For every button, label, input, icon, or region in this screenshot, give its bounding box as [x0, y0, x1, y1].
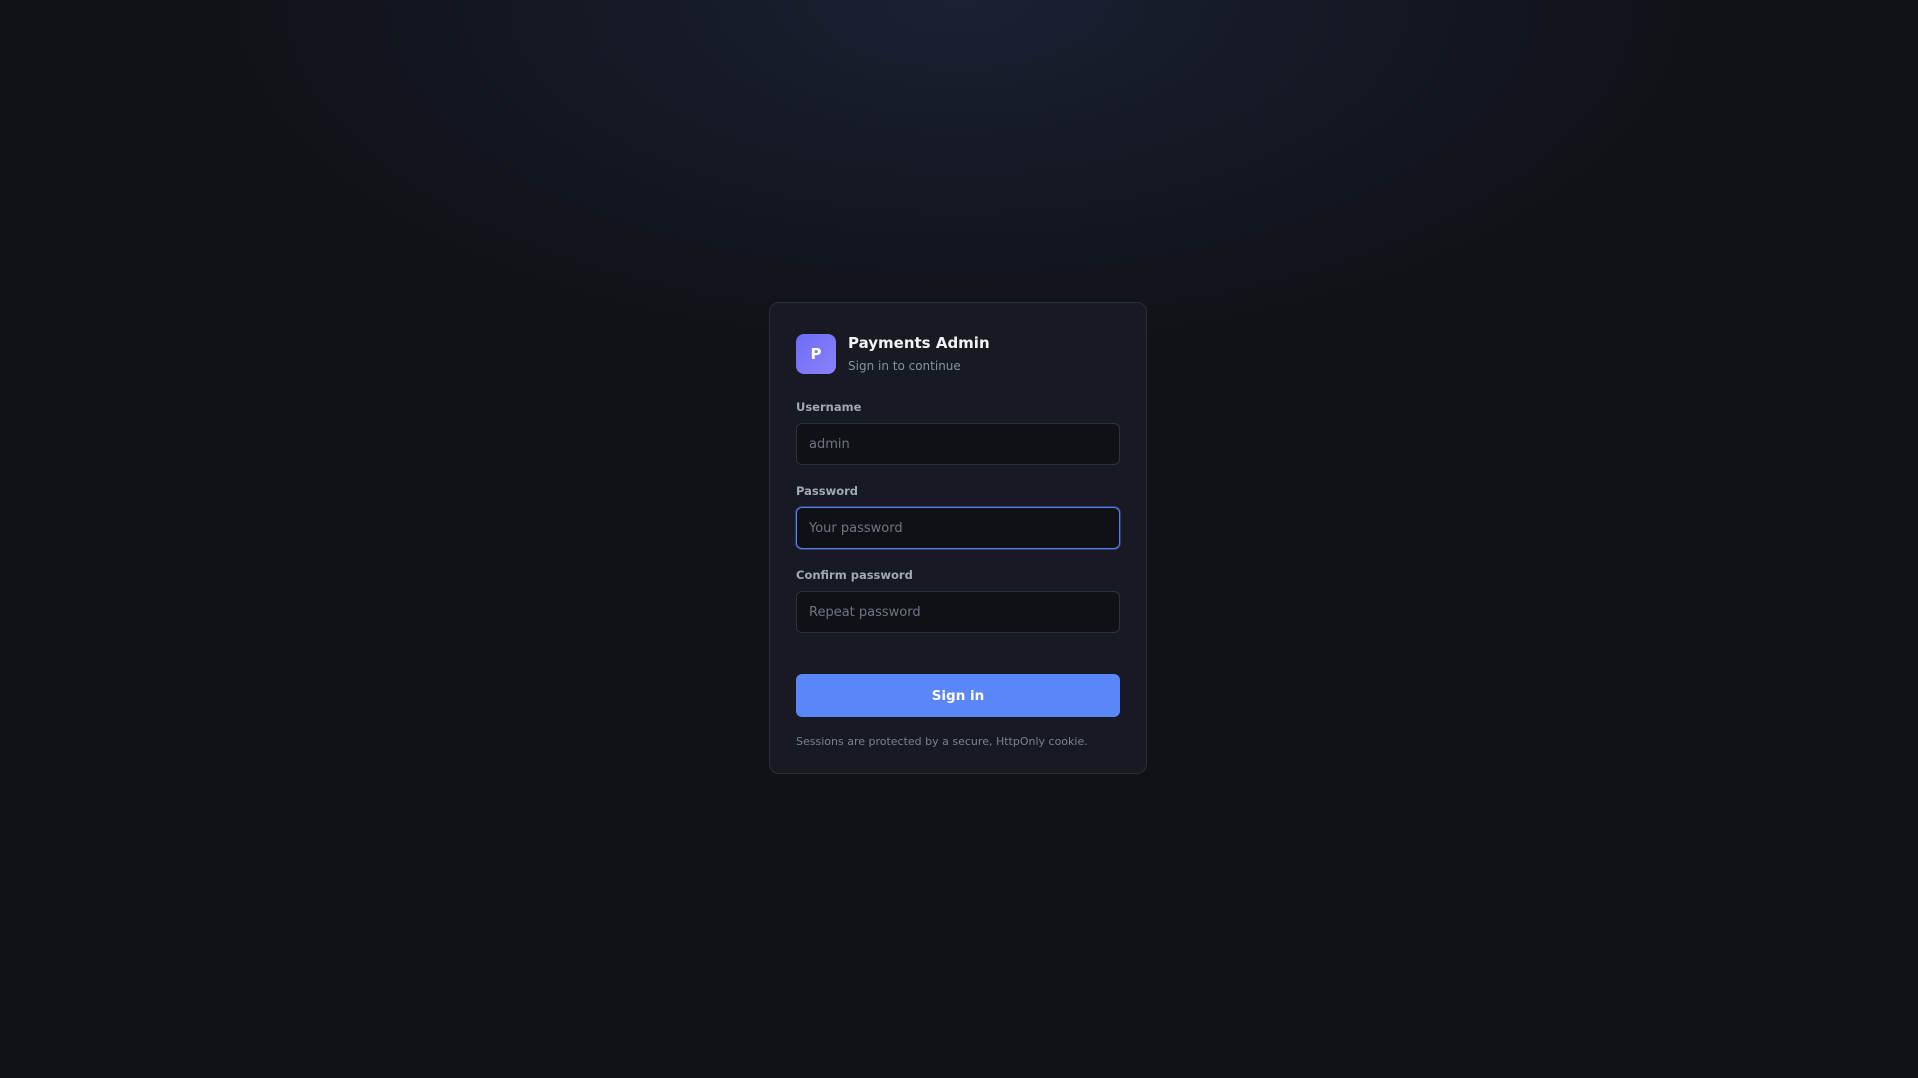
- username-label: Username: [796, 400, 862, 414]
- password-field-group: Password: [796, 484, 1120, 549]
- password-input[interactable]: [796, 507, 1120, 549]
- brand-header: P Payments Admin Sign in to continue: [796, 334, 1120, 376]
- brand-text: Payments Admin Sign in to continue: [848, 334, 990, 374]
- username-field-group: Username: [796, 400, 1120, 465]
- session-footnote: Sessions are protected by a secure, Http…: [796, 735, 1088, 748]
- app-logo: P: [796, 334, 836, 374]
- username-input[interactable]: [796, 423, 1120, 465]
- confirm-password-input[interactable]: [796, 591, 1120, 633]
- confirm-password-field-group: Confirm password: [796, 568, 1120, 633]
- login-card: P Payments Admin Sign in to continue Use…: [769, 302, 1147, 774]
- app-title: Payments Admin: [848, 334, 990, 352]
- sign-in-button[interactable]: Sign in: [796, 674, 1120, 717]
- confirm-password-label: Confirm password: [796, 568, 913, 582]
- password-label: Password: [796, 484, 858, 498]
- app-subtitle: Sign in to continue: [848, 359, 961, 373]
